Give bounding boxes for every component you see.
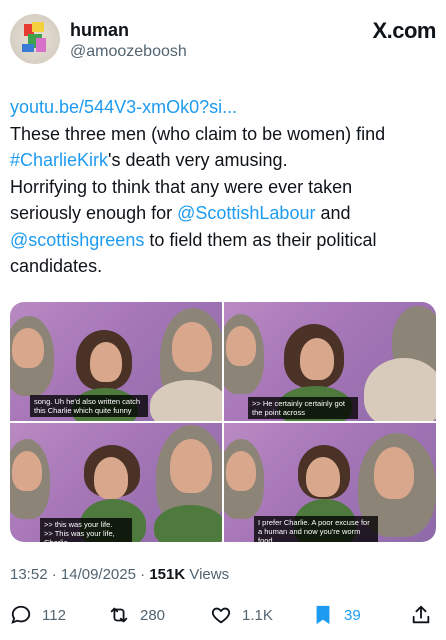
tweet-line: Horrifying to think that any were ever t… xyxy=(10,176,353,197)
media-image[interactable]: >> He certainly certainly got the point … xyxy=(224,302,436,421)
tweet-line: seriously enough for xyxy=(10,203,178,223)
like-icon xyxy=(211,607,231,624)
tweet-header: human @amoozeboosh X.com xyxy=(10,12,436,68)
tweet-line: to field them as their political xyxy=(144,229,377,250)
action-bar: 112 280 1.1K 39 xyxy=(10,600,436,630)
bookmark-count: 39 xyxy=(344,606,361,624)
video-caption: >> this was your life. >> This was your … xyxy=(40,518,132,542)
video-link[interactable]: youtu.be/544V3-xmOk0?si... xyxy=(10,97,237,117)
like-button[interactable]: 1.1K xyxy=(210,600,273,630)
media-image[interactable]: >> this was your life. >> This was your … xyxy=(10,423,222,542)
media-image[interactable]: song. Uh he'd also written catch this Ch… xyxy=(10,302,222,421)
tweet-time[interactable]: 13:52 xyxy=(10,566,48,583)
views-count: 151K xyxy=(149,566,186,583)
separator: · xyxy=(140,566,146,583)
brand-logo: X.com xyxy=(372,18,436,43)
repost-button[interactable]: 280 xyxy=(108,600,165,630)
video-caption: >> He certainly certainly got the point … xyxy=(248,397,358,419)
avatar[interactable] xyxy=(10,14,60,64)
media-image[interactable]: I prefer Charlie. A poor excuse for a hu… xyxy=(224,423,436,542)
share-button[interactable] xyxy=(410,600,442,630)
tweet-meta: 13:52 · 14/09/2025 · 151K Views xyxy=(10,566,229,583)
mention-link[interactable]: @ScottishLabour xyxy=(177,203,315,223)
tweet-text: youtu.be/544V3-xmOk0?si... These three m… xyxy=(10,94,436,280)
tweet-line: 's death very amusing. xyxy=(108,150,288,170)
share-icon xyxy=(412,605,430,624)
tweet-line: These three men (who claim to be women) … xyxy=(10,123,386,144)
repost-count: 280 xyxy=(140,606,166,624)
reply-count: 112 xyxy=(42,606,66,624)
display-name[interactable]: human xyxy=(70,20,129,41)
reply-icon xyxy=(11,605,31,624)
like-count: 1.1K xyxy=(242,606,273,624)
views-label: Views xyxy=(189,566,230,583)
user-handle[interactable]: @amoozeboosh xyxy=(70,43,187,61)
repost-icon xyxy=(110,607,128,623)
tweet-line: and xyxy=(315,203,351,223)
bookmark-icon xyxy=(316,605,330,625)
video-caption: I prefer Charlie. A poor excuse for a hu… xyxy=(254,516,378,542)
tweet-date[interactable]: 14/09/2025 xyxy=(61,566,136,583)
separator: · xyxy=(51,566,57,583)
mention-link[interactable]: @scottishgreens xyxy=(10,230,144,250)
bookmark-button[interactable]: 39 xyxy=(312,600,361,630)
video-caption: song. Uh he'd also written catch this Ch… xyxy=(30,395,148,417)
hashtag-link[interactable]: #CharlieKirk xyxy=(10,150,108,170)
media-grid[interactable]: song. Uh he'd also written catch this Ch… xyxy=(10,302,436,542)
reply-button[interactable]: 112 xyxy=(10,600,66,630)
tweet-line: candidates. xyxy=(10,256,103,276)
